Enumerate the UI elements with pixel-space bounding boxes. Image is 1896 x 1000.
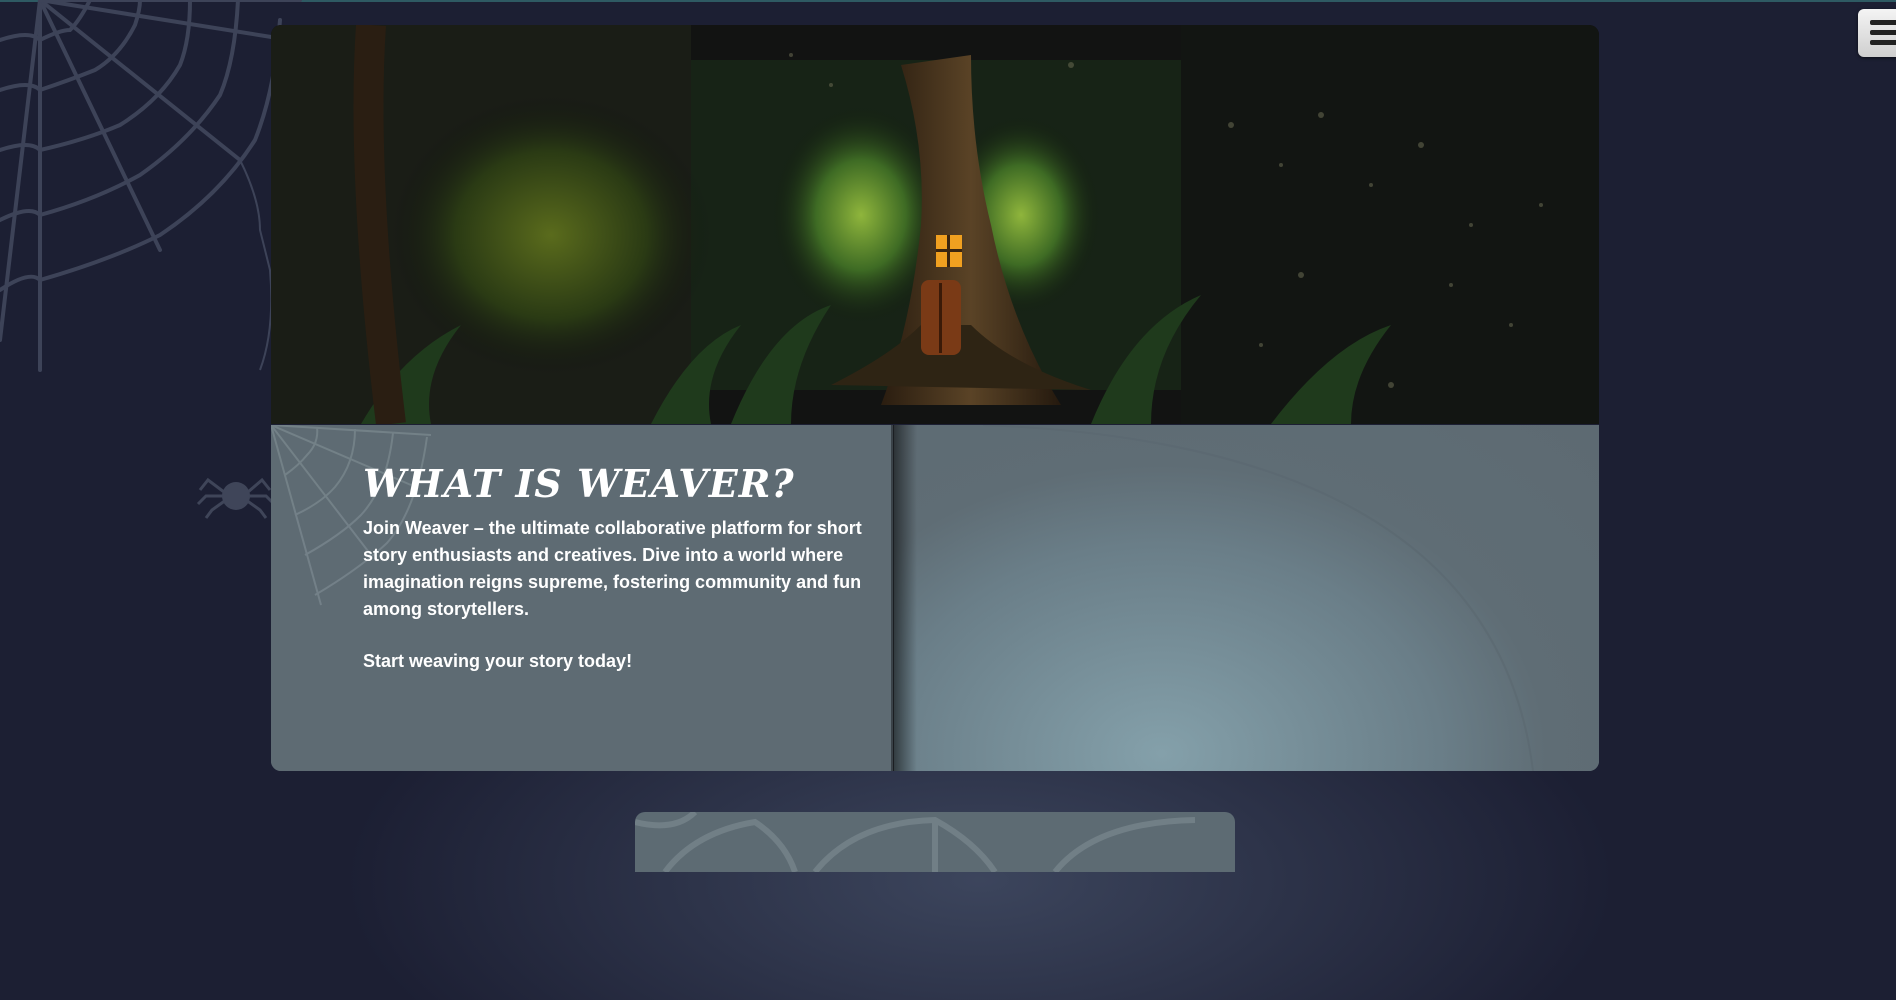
spotlight-arc-decoration	[982, 425, 1534, 771]
panel-divider-shadow	[893, 425, 917, 771]
card-web-decoration	[635, 812, 1196, 872]
enchanted-forest-illustration	[271, 25, 1599, 424]
next-section-card	[635, 812, 1235, 872]
about-call-to-action: Start weaving your story today!	[363, 651, 633, 671]
spider-icon	[196, 477, 276, 519]
hamburger-menu-button[interactable]	[1858, 9, 1896, 57]
hero-banner-image	[271, 25, 1599, 424]
top-border-line	[0, 0, 1896, 2]
about-image-panel	[893, 425, 1599, 771]
about-text-panel: WHAT IS WEAVER? Join Weaver – the ultima…	[271, 425, 893, 771]
about-section: WHAT IS WEAVER? Join Weaver – the ultima…	[271, 425, 1599, 771]
about-title: WHAT IS WEAVER?	[363, 461, 795, 506]
about-description: Join Weaver – the ultimate collaborative…	[363, 518, 862, 619]
